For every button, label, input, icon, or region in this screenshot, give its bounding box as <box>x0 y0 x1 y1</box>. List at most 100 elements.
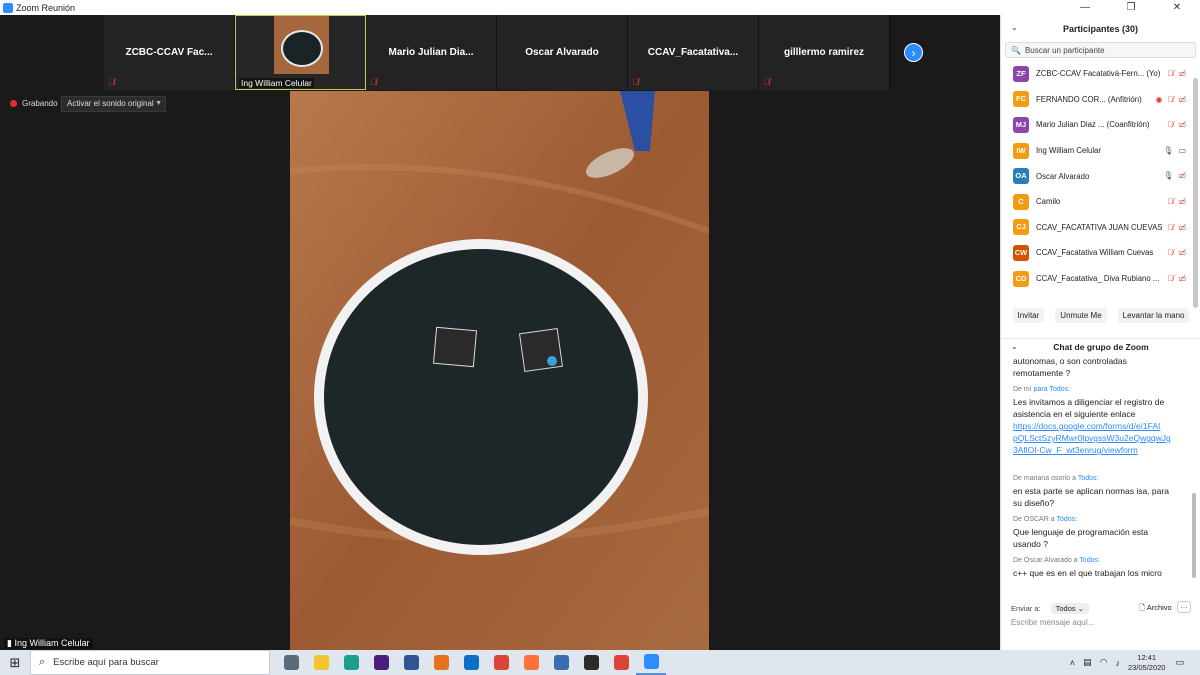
search-icon: ⌕ <box>39 656 46 668</box>
participant-row[interactable]: FC FERNANDO COR... (Anfitrión) ◉ 🎙̸ ▭̸ <box>1001 87 1200 113</box>
minimize-button[interactable]: — <box>1062 0 1108 15</box>
video-off-icon: ▭̸ <box>1178 248 1186 258</box>
chat-send-row: Enviar a: Todos ⌄ 🗋 Archivo … <box>1011 601 1191 615</box>
participant-row[interactable]: CW CCAV_Facatativa William Cuevas 🎙̸ ▭̸ <box>1001 240 1200 266</box>
chat-sender-name: De mariana osorio a <box>1013 475 1077 482</box>
mic-off-icon: 🎙̸ <box>370 77 377 87</box>
notifications-icon[interactable]: ▭ <box>1175 657 1184 668</box>
task-view-icon[interactable] <box>276 650 306 675</box>
participant-strip: ZCBC-CCAV Fac... 🎙̸ Ing William Celular … <box>104 15 890 90</box>
chat-message-line: su diseño? <box>1013 498 1055 508</box>
chat-sender: De mariana osorio a Todos: <box>1013 473 1178 485</box>
show-hidden-icons-icon[interactable]: ˄ <box>1070 658 1075 668</box>
video-tile[interactable]: Oscar Alvarado <box>497 15 628 90</box>
avatar: C <box>1013 193 1029 210</box>
chrome-2-icon[interactable] <box>606 650 636 675</box>
participant-row[interactable]: CJ CCAV_FACATATIVA JUAN CUEVAS 🎙̸ ▭̸ <box>1001 215 1200 241</box>
participant-name: Oscar Alvarado <box>1036 171 1090 181</box>
window-titlebar: Zoom Reunión — ❐ ✕ <box>0 0 1200 15</box>
mic-off-icon: 🎙̸ <box>1167 196 1174 206</box>
robot-right <box>518 327 564 373</box>
zoom-icon[interactable] <box>636 650 666 675</box>
participant-row[interactable]: ZF ZCBC-CCAV Facatativá-Fern... (Yo) 🎙̸ ▭̸ <box>1001 61 1200 87</box>
shield-app-icon[interactable] <box>546 650 576 675</box>
chat-messages: autonomas, o son controladas remotamente … <box>1013 355 1178 585</box>
terminal-app-icon[interactable] <box>576 650 606 675</box>
avatar: CJ <box>1013 219 1029 236</box>
taskbar-app-glyph <box>343 655 359 670</box>
video-tile[interactable]: gilllermo ramirez 🎙̸ <box>759 15 890 90</box>
caret-down-icon[interactable]: ▼ <box>155 97 162 111</box>
video-thumbnail <box>274 16 329 74</box>
participant-scrollbar[interactable] <box>1193 78 1198 308</box>
teamviewer-icon[interactable] <box>456 650 486 675</box>
taskbar-app-glyph <box>403 655 419 670</box>
next-page-button[interactable]: › <box>904 43 923 62</box>
chat-link[interactable]: pQLSctSzyRMwr0lpvgssW3u2eQwgqwJg <box>1013 432 1178 444</box>
chat-spacer <box>1013 456 1178 468</box>
taskbar-search-input[interactable]: ⌕ Escribe aquí para buscar <box>30 650 270 675</box>
close-button[interactable]: ✕ <box>1154 0 1200 15</box>
mic-off-icon: 🎙̸ <box>1167 222 1174 232</box>
video-icon: ▭ <box>1178 145 1186 155</box>
app-cube-icon[interactable] <box>396 650 426 675</box>
app-purple-icon[interactable] <box>366 650 396 675</box>
participant-row[interactable]: CD CCAV_Facatativa_ Diva Rubiano ... 🎙̸ ▭̸ <box>1001 266 1200 292</box>
video-tile[interactable]: ZCBC-CCAV Fac... 🎙̸ <box>104 15 235 90</box>
participant-row[interactable]: C Camilo 🎙̸ ▭̸ <box>1001 189 1200 215</box>
file-label: Archivo <box>1146 602 1172 612</box>
file-explorer-icon[interactable] <box>306 650 336 675</box>
participant-row[interactable]: OA Oscar Alvarado 🎙 ▭̸ <box>1001 163 1200 189</box>
video-tile[interactable]: Mario Julian Dia... 🎙̸ <box>366 15 497 90</box>
chat-link[interactable]: 3AflOI-Cw_F_wt3enrug/viewform <box>1013 444 1178 456</box>
chat-message-line: asistencia en el siguiente enlace <box>1013 409 1136 419</box>
unmute-me-button[interactable]: Unmute Me <box>1055 308 1107 323</box>
chat-message-input[interactable]: Escribir mensaje aquí... <box>1011 618 1095 627</box>
chrome-icon[interactable] <box>486 650 516 675</box>
participant-row[interactable]: IW Ing William Celular 🎙 ▭ <box>1001 138 1200 164</box>
participant-actions: Invitar Unmute Me Levantar la mano <box>1001 308 1200 323</box>
volume-icon[interactable]: ♪ <box>1115 658 1120 668</box>
participant-name: ZCBC-CCAV Facatativá-Fern... (Yo) <box>1036 69 1161 79</box>
taskbar-app-glyph <box>373 655 389 670</box>
original-sound-button[interactable]: Activar el sonido original ▼ <box>61 96 166 112</box>
participant-status-icons: 🎙 ▭ <box>1163 146 1186 155</box>
chevron-down-icon[interactable]: ⌄ <box>1011 339 1018 355</box>
wifi-icon[interactable]: ◠ <box>1100 657 1108 668</box>
main-video-name: Ing William Celular <box>14 638 90 648</box>
clock[interactable]: 12:41 23/05/2020 <box>1128 653 1166 673</box>
main-video <box>290 91 709 650</box>
chat-link[interactable]: https://docs.google.com/forms/d/e/1FAI <box>1013 420 1178 432</box>
taskbar-app-glyph <box>643 654 659 669</box>
clock-time: 12:41 <box>1137 652 1157 662</box>
sublime-icon[interactable] <box>426 650 456 675</box>
chat-sender-name: De Oscar Alvarado a <box>1013 557 1078 564</box>
maximize-button[interactable]: ❐ <box>1108 0 1154 15</box>
windows-start-icon[interactable]: ⊞ <box>0 650 30 675</box>
mic-off-icon: 🎙̸ <box>763 77 770 87</box>
more-options-button[interactable]: … <box>1177 601 1191 613</box>
participant-name: CCAV_FACATATIVA JUAN CUEVAS <box>1036 222 1163 232</box>
video-tile-active[interactable]: Ing William Celular <box>235 15 366 90</box>
taskbar-app-glyph <box>583 655 599 670</box>
record-dot-icon <box>10 100 17 107</box>
participant-row[interactable]: MJ Mario Julian Diaz ... (Coanfitrión) 🎙̸ ▭… <box>1001 112 1200 138</box>
send-to-select[interactable]: Todos ⌄ <box>1050 602 1089 614</box>
video-off-icon: ▭̸ <box>1178 69 1186 78</box>
network-icon[interactable]: ▤ <box>1083 657 1092 668</box>
raise-hand-button[interactable]: Levantar la mano <box>1117 308 1190 323</box>
chevron-down-icon[interactable]: ⌄ <box>1011 23 1018 32</box>
chat-message-line: en esta parte se aplican normas isa, par… <box>1013 486 1169 496</box>
robot-left <box>432 326 478 368</box>
firefox-icon[interactable] <box>516 650 546 675</box>
participant-status-icons: 🎙̸ ▭̸ <box>1167 69 1186 78</box>
invite-button[interactable]: Invitar <box>1012 308 1045 323</box>
participant-search-input[interactable]: 🔍 Buscar un participante <box>1005 42 1196 58</box>
avatar: MJ <box>1013 116 1029 133</box>
video-tile[interactable]: CCAV_Facatativa... 🎙̸ <box>628 15 759 90</box>
taskbar-app-glyph <box>523 655 539 670</box>
chat-header: ⌄ Chat de grupo de Zoom <box>1001 338 1200 354</box>
chat-scrollbar[interactable] <box>1192 493 1196 578</box>
edge-icon[interactable] <box>336 650 366 675</box>
file-button[interactable]: 🗋 Archivo <box>1139 602 1172 615</box>
